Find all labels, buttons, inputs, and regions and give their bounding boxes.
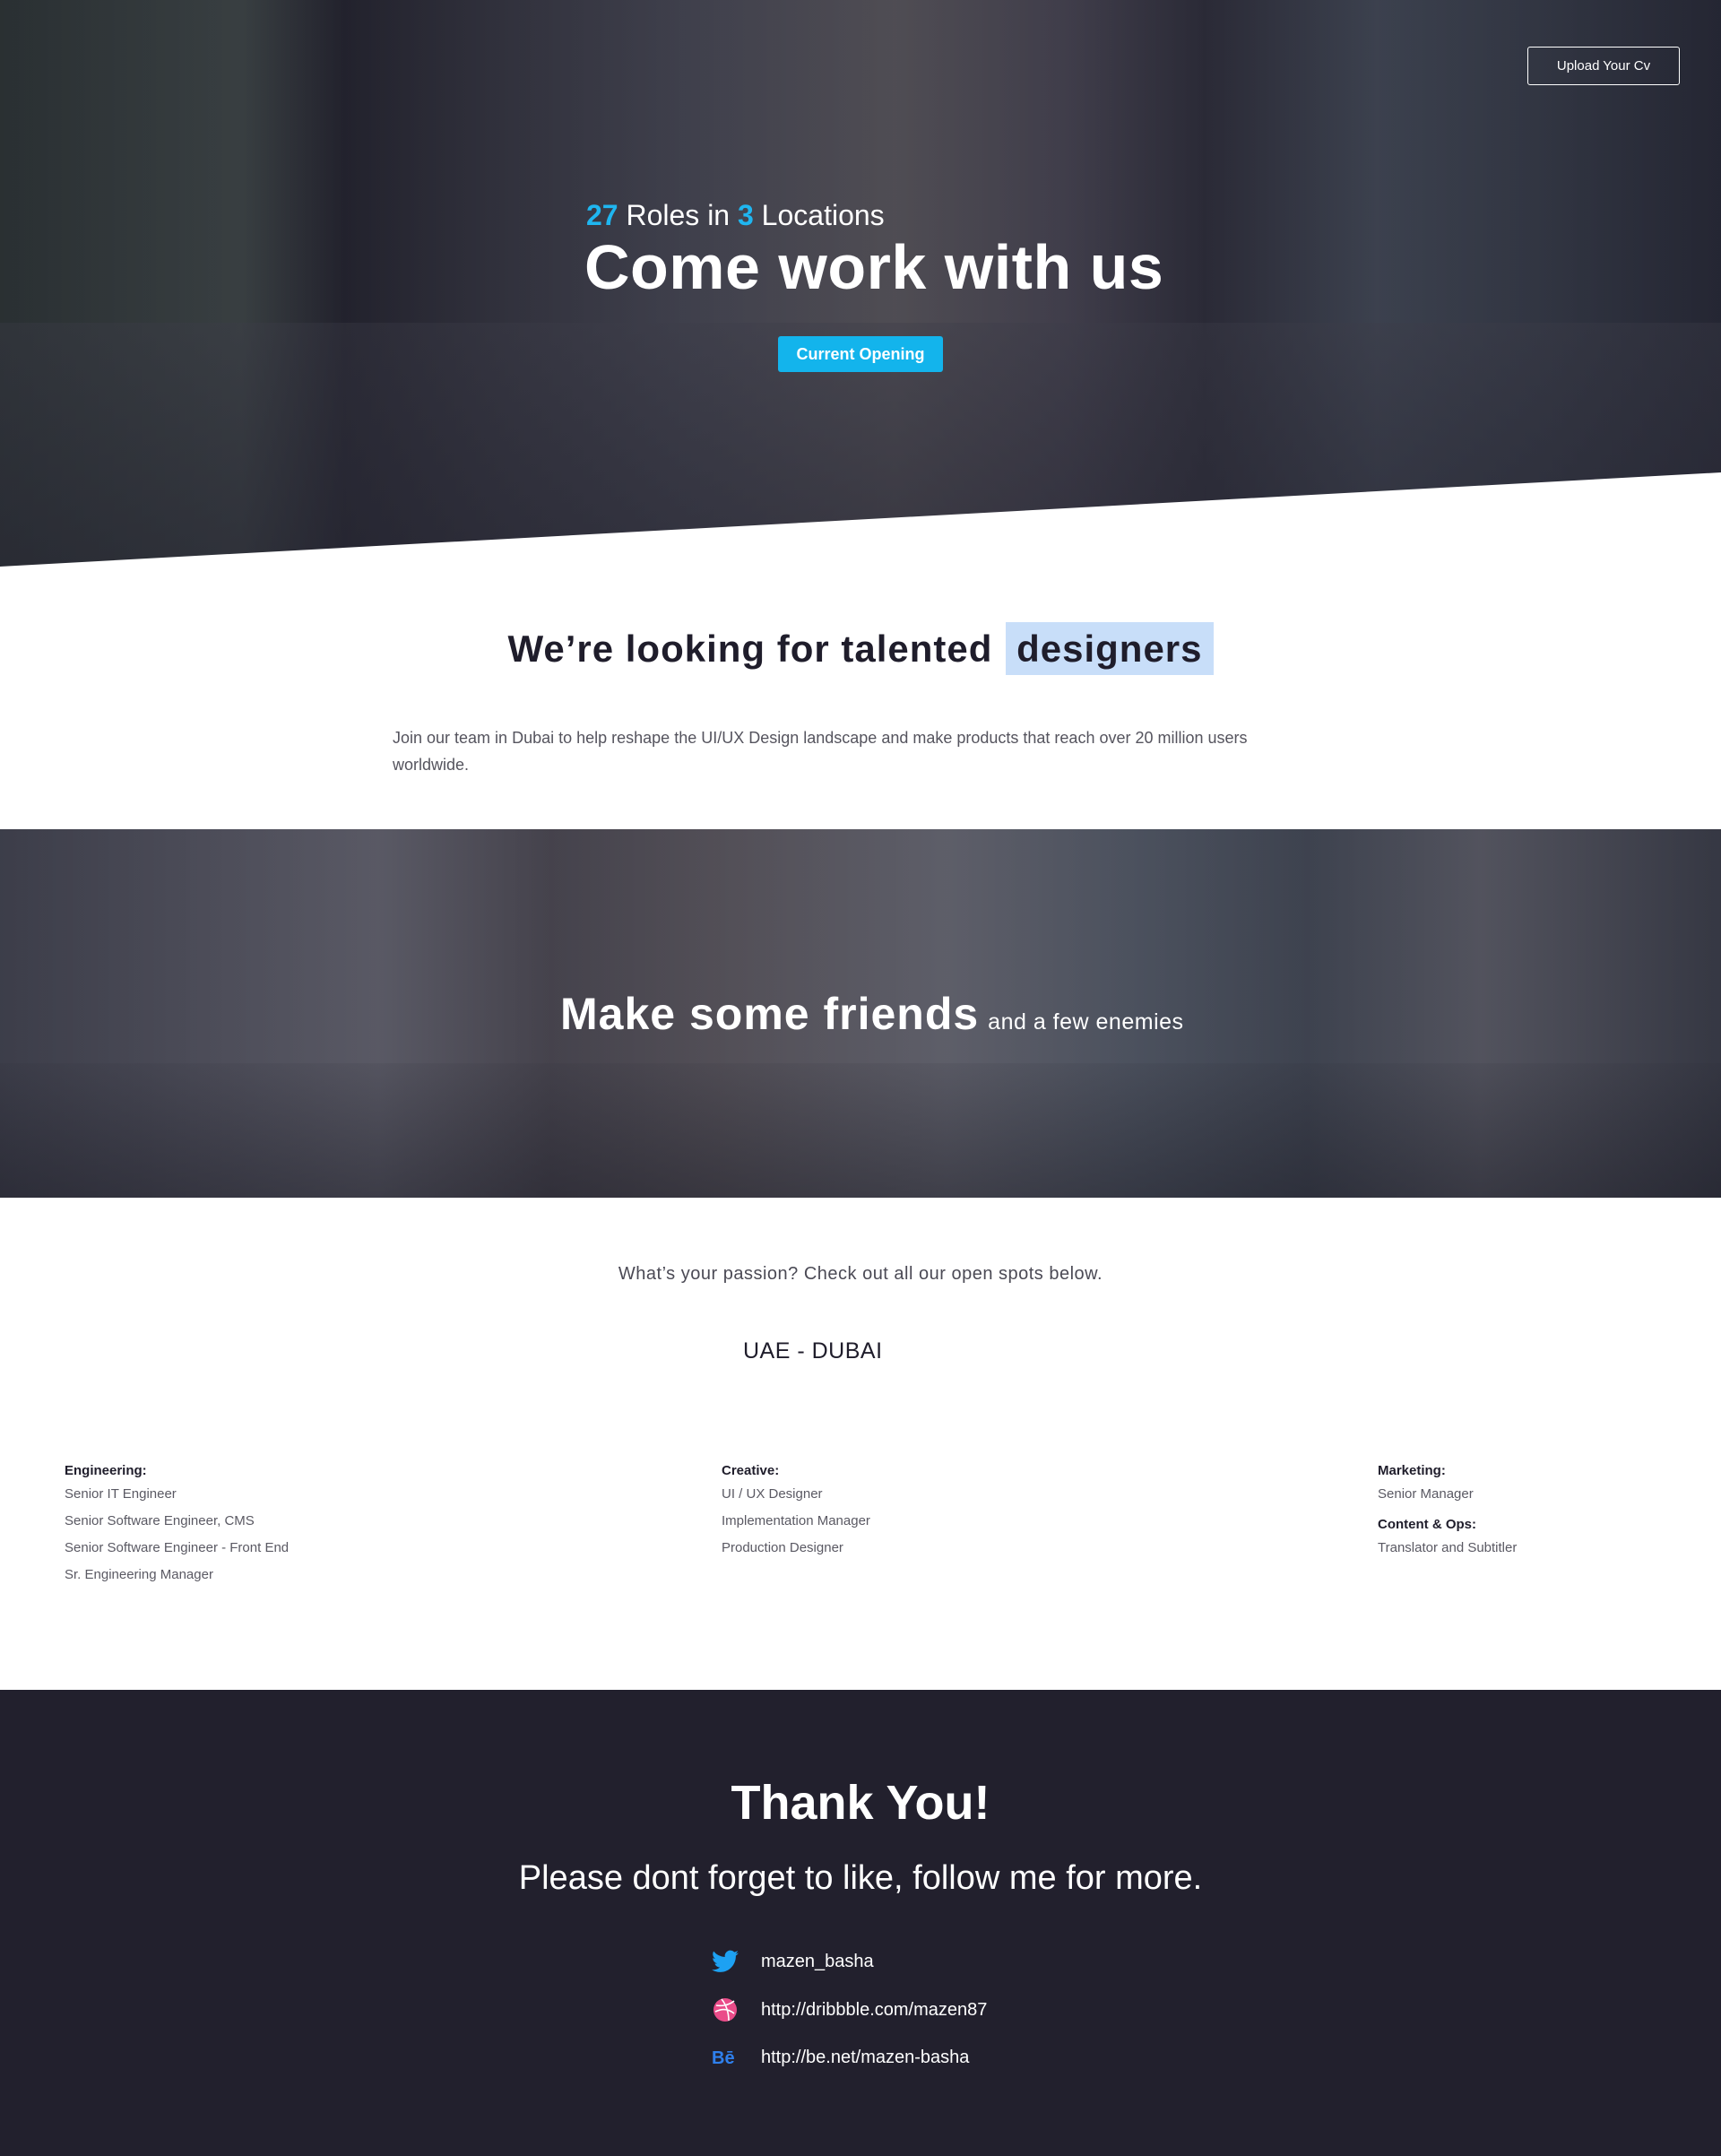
intro-heading: We’re looking for talented designers (0, 622, 1721, 675)
job-link[interactable]: Senior IT Engineer (65, 1481, 289, 1508)
job-link[interactable]: Senior Software Engineer - Front End (65, 1535, 289, 1562)
dribbble-icon (712, 1996, 739, 2023)
location-title: UAE - DUBAI (743, 1338, 883, 1364)
friends-title: Make some friends (560, 989, 980, 1039)
intro-heading-highlight: designers (1006, 622, 1214, 675)
job-link[interactable]: Production Designer (722, 1535, 870, 1562)
locations-count: 3 (737, 199, 754, 231)
social-dribbble[interactable]: http://dribbble.com/mazen87 (712, 1996, 987, 2023)
friends-heading: Make some friends and a few enemies (560, 988, 1184, 1040)
category-title: Creative: (722, 1463, 780, 1478)
category-title: Marketing: (1378, 1463, 1446, 1478)
openings-intro: What’s your passion? Check out all our o… (618, 1264, 1103, 1284)
roles-locations-summary: 27 Roles in 3 Locations (586, 199, 885, 232)
hero-section: Upload Your Cv 27 Roles in 3 Locations C… (0, 0, 1721, 567)
behance-link: http://be.net/mazen-basha (761, 2047, 970, 2067)
svg-text:Bē: Bē (712, 2048, 735, 2066)
social-behance[interactable]: Bē http://be.net/mazen-basha (712, 2044, 969, 2071)
thank-you-title: Thank You! (731, 1776, 990, 1830)
current-opening-button[interactable]: Current Opening (778, 336, 943, 372)
job-link[interactable]: Implementation Manager (722, 1508, 870, 1535)
social-twitter[interactable]: mazen_basha (712, 1948, 874, 1975)
job-link[interactable]: UI / UX Designer (722, 1481, 870, 1508)
intro-paragraph: Join our team in Dubai to help reshape t… (393, 729, 1248, 774)
dribbble-link: http://dribbble.com/mazen87 (761, 1999, 988, 2020)
job-link[interactable]: Senior Software Engineer, CMS (65, 1508, 289, 1535)
marketing-column: Marketing: Senior Manager Content & Ops:… (1378, 1463, 1517, 1562)
intro-heading-text: We’re looking for talented (507, 628, 993, 670)
twitter-handle: mazen_basha (761, 1951, 874, 1971)
creative-column: Creative: UI / UX Designer Implementatio… (722, 1463, 870, 1562)
roles-count: 27 (586, 199, 618, 231)
job-link[interactable]: Sr. Engineering Manager (65, 1562, 289, 1589)
hero-title: Come work with us (584, 232, 1164, 302)
engineering-column: Engineering: Senior IT Engineer Senior S… (65, 1463, 289, 1589)
roles-word: Roles in (618, 199, 738, 231)
job-link[interactable]: Senior Manager (1378, 1481, 1517, 1508)
banner-shade (0, 1063, 1721, 1198)
job-link[interactable]: Translator and Subtitler (1378, 1535, 1517, 1562)
behance-icon: Bē (712, 2044, 739, 2071)
twitter-icon (712, 1948, 739, 1975)
follow-message: Please dont forget to like, follow me fo… (518, 1859, 1203, 1897)
footer (0, 1690, 1721, 2156)
category-title: Content & Ops: (1378, 1517, 1476, 1532)
friends-subtitle: and a few enemies (988, 1009, 1184, 1035)
careers-page: Upload Your Cv 27 Roles in 3 Locations C… (0, 0, 1721, 2156)
upload-cv-button[interactable]: Upload Your Cv (1527, 47, 1680, 85)
locations-word: Locations (753, 199, 885, 231)
category-title: Engineering: (65, 1463, 147, 1478)
